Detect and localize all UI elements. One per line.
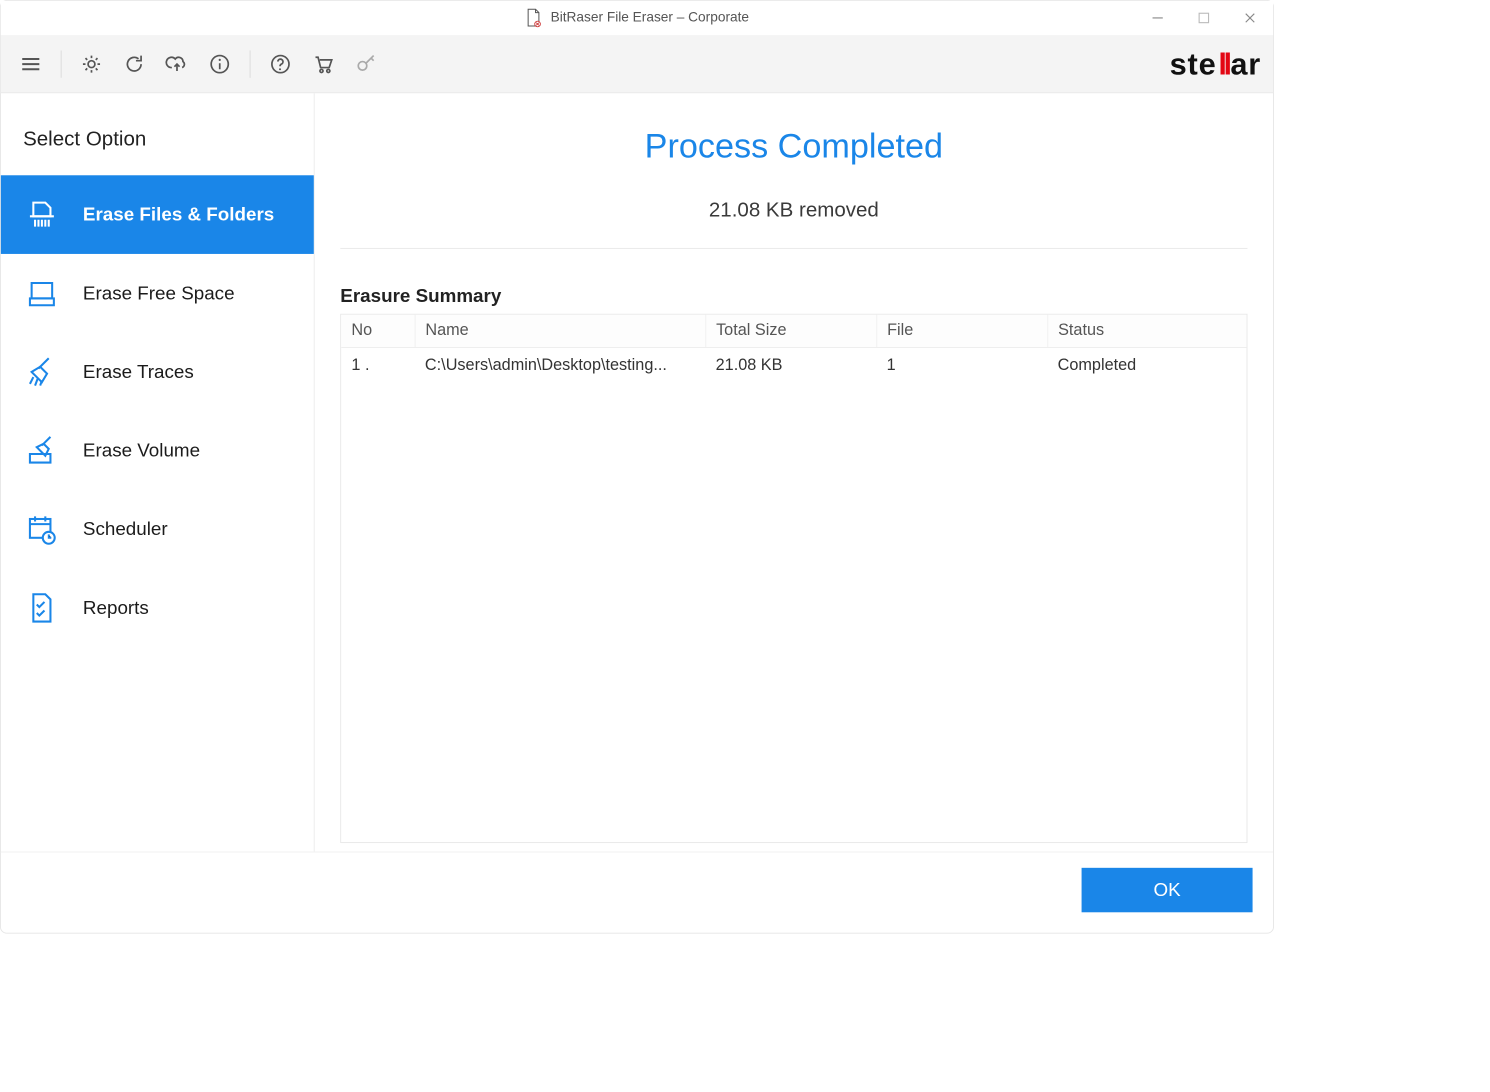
separator [61,50,62,77]
sidebar-item-label: Erase Free Space [83,282,235,304]
close-button[interactable] [1227,1,1273,35]
drive-icon [23,274,61,312]
summary-label: Erasure Summary [340,285,1247,307]
titlebar: BitRaser File Eraser – Corporate [1,1,1273,35]
volume-broom-icon [23,432,61,470]
minimize-button[interactable] [1135,1,1181,35]
summary-table: No Name Total Size File Status 1 . C:\Us… [340,314,1247,843]
sidebar-item-erase-files-folders[interactable]: Erase Files & Folders [1,175,314,254]
sidebar-item-label: Erase Volume [83,439,200,461]
col-name: Name [415,315,706,348]
report-icon [23,589,61,627]
calendar-clock-icon [23,510,61,548]
col-no: No [341,315,415,348]
col-size: Total Size [705,315,876,348]
table-row[interactable]: 1 . C:\Users\admin\Desktop\testing... 21… [341,348,1246,384]
col-file: File [876,315,1047,348]
cart-button[interactable] [305,46,341,82]
upload-button[interactable] [159,46,195,82]
main-panel: Process Completed 21.08 KB removed Erasu… [315,93,1273,851]
sidebar-item-label: Reports [83,597,149,619]
refresh-button[interactable] [116,46,152,82]
cell-status: Completed [1047,348,1246,384]
separator [250,50,251,77]
sidebar-item-scheduler[interactable]: Scheduler [1,490,314,569]
sidebar-item-reports[interactable]: Reports [1,569,314,648]
key-button[interactable] [348,46,384,82]
col-status: Status [1047,315,1246,348]
sidebar-item-label: Erase Files & Folders [83,203,274,225]
sidebar-title: Select Option [1,110,314,175]
cell-name: C:\Users\admin\Desktop\testing... [415,348,706,384]
sidebar-item-erase-free-space[interactable]: Erase Free Space [1,254,314,333]
shredder-icon [23,196,61,234]
sidebar-item-label: Erase Traces [83,361,194,383]
info-button[interactable] [202,46,238,82]
window-title: BitRaser File Eraser – Corporate [551,10,749,25]
cell-size: 21.08 KB [705,348,876,384]
sidebar-item-erase-volume[interactable]: Erase Volume [1,411,314,490]
sidebar-item-label: Scheduler [83,518,168,540]
help-button[interactable] [262,46,298,82]
broom-icon [23,353,61,391]
table-header-row: No Name Total Size File Status [341,315,1246,348]
footer: OK [1,852,1273,933]
app-icon [525,9,542,28]
sidebar-item-erase-traces[interactable]: Erase Traces [1,333,314,412]
sidebar: Select Option Erase Files & Folders Eras… [1,93,315,851]
toolbar: stellar [1,35,1273,93]
brand-logo: stellar [1170,46,1262,82]
cell-no: 1 . [341,348,415,384]
menu-button[interactable] [13,46,49,82]
cell-file: 1 [876,348,1047,384]
settings-button[interactable] [74,46,110,82]
process-subtitle: 21.08 KB removed [340,198,1247,222]
ok-button[interactable]: OK [1082,868,1253,912]
divider [340,248,1247,249]
process-title: Process Completed [340,127,1247,165]
maximize-button[interactable] [1181,1,1227,35]
